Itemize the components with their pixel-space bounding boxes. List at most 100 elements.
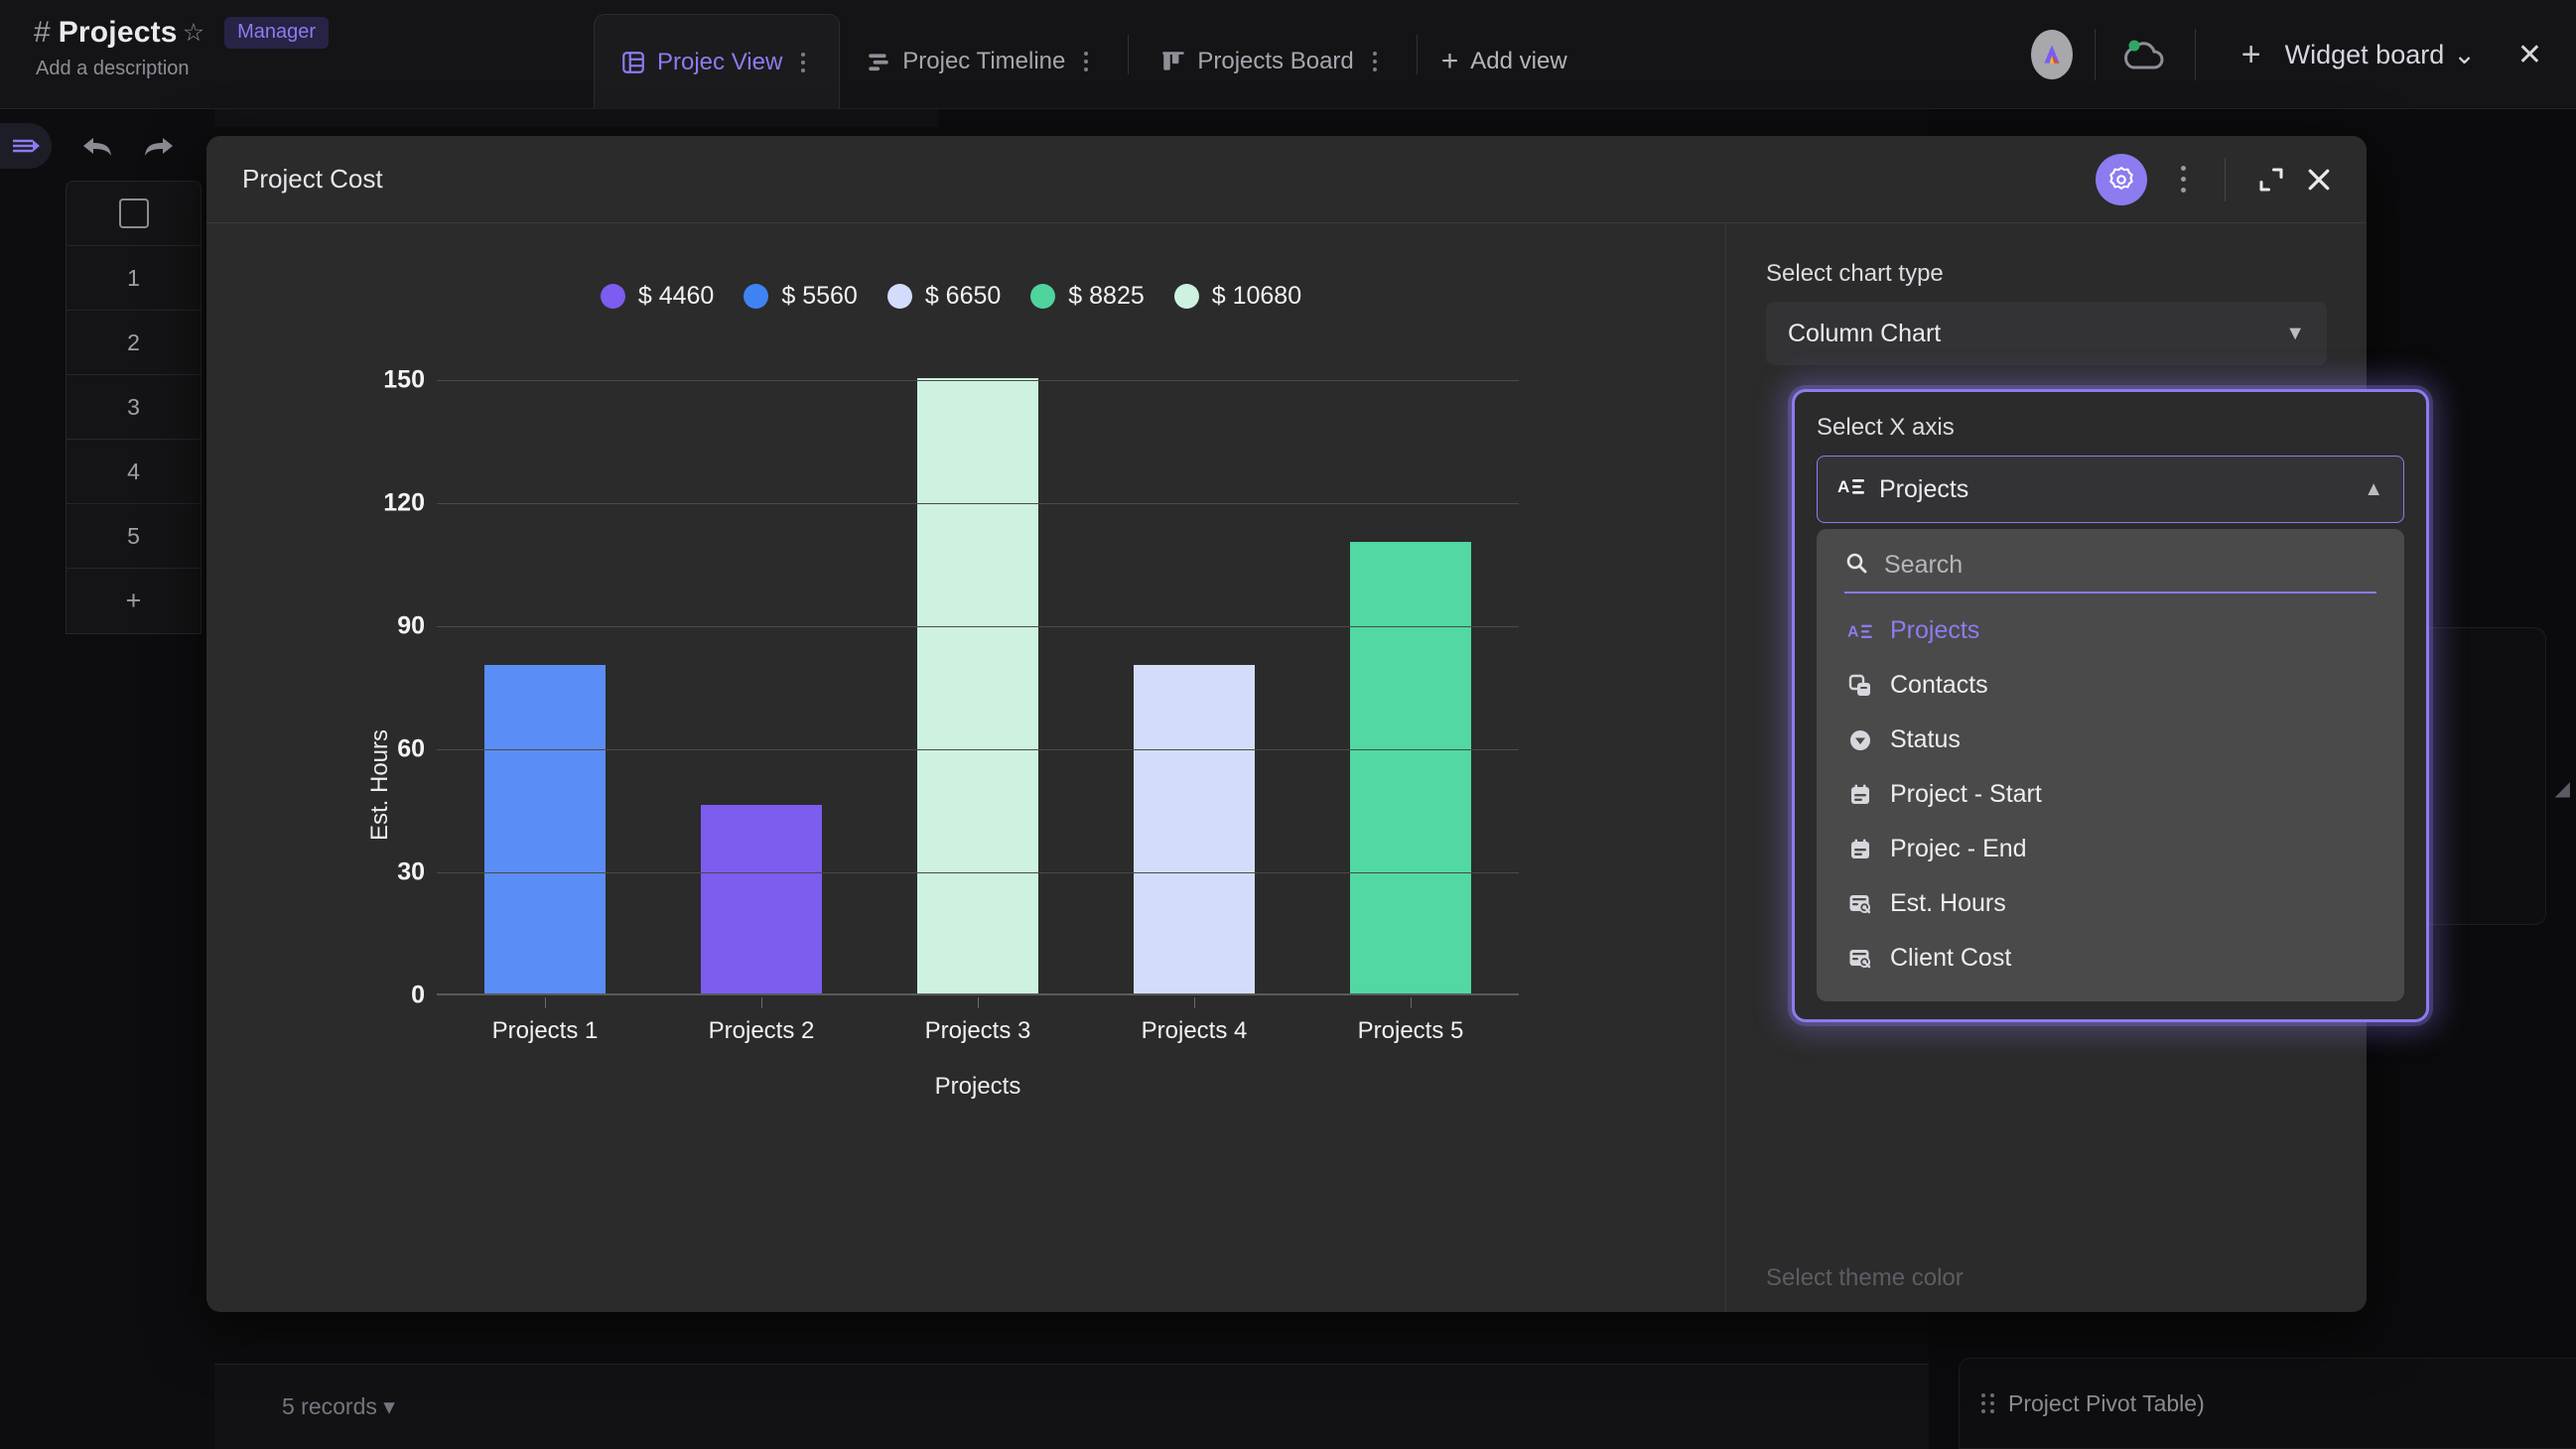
- lookup-icon: [1846, 890, 1874, 918]
- row-number[interactable]: 5: [67, 504, 201, 569]
- drag-dots-icon[interactable]: [1981, 1393, 1994, 1413]
- svg-text:A: A: [1837, 477, 1849, 496]
- close-icon[interactable]: [2295, 156, 2343, 203]
- bar-slot: [437, 380, 653, 993]
- tab-projects-board[interactable]: Projects Board: [1135, 14, 1410, 109]
- x-axis-option-status[interactable]: Status: [1817, 713, 2404, 767]
- gear-icon[interactable]: [2096, 153, 2147, 205]
- tab-menu-icon[interactable]: [1076, 52, 1102, 71]
- resize-handle-icon[interactable]: ◢: [2555, 776, 2570, 801]
- y-axis-tick-label: 150: [383, 365, 425, 394]
- close-widget-board-button[interactable]: ✕: [2476, 38, 2576, 72]
- tab-projec-timeline[interactable]: Projec Timeline: [840, 14, 1122, 109]
- search-row[interactable]: Search: [1844, 551, 2376, 593]
- avatar[interactable]: [2030, 30, 2073, 79]
- chart-plot-area: 0 30 60 90 120 150: [383, 366, 1519, 1009]
- legend-item[interactable]: $ 5560: [744, 282, 858, 311]
- modal-header: Project Cost: [206, 136, 2367, 223]
- x-axis-value: Projects: [1879, 474, 1969, 503]
- x-tick-mark: [1193, 997, 1195, 1008]
- legend-label: $ 6650: [924, 282, 1002, 310]
- search-input[interactable]: Search: [1884, 551, 1963, 580]
- grid-toolbar-strip: [214, 109, 938, 127]
- y-axis-tick-label: 120: [383, 488, 425, 517]
- calendar-icon: [1846, 836, 1874, 863]
- legend-label: $ 8825: [1068, 282, 1145, 310]
- expand-icon[interactable]: [2247, 156, 2295, 203]
- row-number[interactable]: 4: [67, 440, 201, 504]
- x-axis-select[interactable]: A Projects ▲: [1817, 456, 2404, 523]
- chart-pane: $ 4460 $ 5560 $ 6650 $ 8825 $ 10680 0 30 60 90 1…: [206, 224, 1725, 1312]
- row-number[interactable]: 1: [67, 246, 201, 311]
- collapse-sidebar-icon[interactable]: [0, 123, 52, 169]
- row-number[interactable]: 2: [67, 311, 201, 375]
- star-icon[interactable]: ☆: [183, 18, 204, 48]
- x-axis-option-contacts[interactable]: Contacts: [1817, 658, 2404, 713]
- chevron-up-icon: ▲: [2364, 477, 2383, 500]
- x-axis-option-projects[interactable]: A Projects: [1817, 603, 2404, 658]
- chart-bar[interactable]: [700, 804, 823, 993]
- chart-type-label: Select chart type: [1766, 260, 1944, 287]
- legend-item[interactable]: $ 8825: [1030, 282, 1145, 311]
- legend-item[interactable]: $ 6650: [886, 282, 1002, 311]
- search-icon: [1844, 551, 1868, 580]
- chart-bar[interactable]: [1133, 665, 1256, 993]
- select-all-row[interactable]: [67, 182, 201, 246]
- x-axis-ticks: Projects 1 Projects 2 Projects 3 Projects 4…: [437, 997, 1519, 1045]
- x-axis-option-projec-end[interactable]: Projec - End: [1817, 822, 2404, 876]
- caret-down-icon: ▾: [383, 1393, 395, 1419]
- add-view-label: Add view: [1470, 48, 1567, 74]
- plus-icon: +: [1440, 45, 1459, 77]
- widget-board-label: Widget board: [2284, 39, 2445, 69]
- x-tick-label: Projects 1: [491, 1017, 599, 1044]
- link-records-icon: [1846, 672, 1874, 700]
- tab-menu-icon[interactable]: [793, 52, 819, 72]
- records-bottom-bar: 5 records ▾: [214, 1364, 1929, 1449]
- cloud-status-icon[interactable]: [2117, 31, 2173, 78]
- grid-line: [437, 503, 1519, 504]
- x-tick: Projects 1: [437, 997, 653, 1045]
- undo-arrow-icon[interactable]: [77, 127, 117, 167]
- divider: [2225, 157, 2226, 201]
- chart-bar[interactable]: [1349, 542, 1472, 993]
- divider: [1416, 35, 1418, 74]
- x-axis-option-client-cost[interactable]: Client Cost: [1817, 931, 2404, 986]
- top-right-controls: + Widget board ⌄ ✕: [2030, 0, 2576, 109]
- redo-arrow-icon[interactable]: [139, 127, 179, 167]
- chart-type-value: Column Chart: [1788, 319, 1942, 347]
- svg-text:A: A: [1847, 623, 1858, 640]
- workspace-title-row: # Projects ☆ Manager: [34, 12, 330, 54]
- lookup-icon: [1846, 945, 1874, 973]
- x-tick-mark: [977, 997, 979, 1008]
- widget-board-selector[interactable]: Widget board ⌄: [2285, 40, 2476, 70]
- pivot-table-widget-card[interactable]: Project Pivot Table): [1959, 1358, 2576, 1449]
- tab-menu-icon[interactable]: [1365, 52, 1391, 71]
- bar-slot: [653, 380, 870, 993]
- add-view-button[interactable]: + Add view: [1424, 14, 1585, 109]
- x-axis-dropdown: Search A Projects Contacts Status Project - …: [1817, 529, 2404, 1001]
- x-tick-label: Projects 4: [1141, 1017, 1248, 1044]
- workspace-description[interactable]: Add a description: [36, 58, 329, 80]
- x-axis-option-est-hours[interactable]: Est. Hours: [1817, 876, 2404, 931]
- tab-projec-view[interactable]: Projec View: [594, 14, 841, 109]
- legend-item[interactable]: $ 4460: [600, 282, 714, 311]
- x-tick-mark: [544, 997, 546, 1008]
- checkbox-icon: [118, 198, 149, 228]
- more-vertical-icon[interactable]: [2163, 166, 2203, 193]
- add-row-button[interactable]: +: [67, 569, 201, 633]
- chart-bar[interactable]: [483, 665, 607, 993]
- chart-bar[interactable]: [916, 378, 1039, 993]
- grid-line: [437, 872, 1519, 873]
- legend-color-dot: [744, 284, 769, 309]
- workspace-block: # Projects ☆ Manager Add a description: [34, 12, 330, 80]
- records-count-button[interactable]: 5 records ▾: [282, 1393, 395, 1420]
- x-tick-label: Projects 5: [1357, 1017, 1464, 1044]
- grid-line: [437, 749, 1519, 750]
- legend-item[interactable]: $ 10680: [1173, 282, 1301, 311]
- calendar-icon: [1846, 781, 1874, 809]
- chart-type-select[interactable]: Column Chart ▼: [1766, 302, 2327, 365]
- x-axis-option-project-start[interactable]: Project - Start: [1817, 767, 2404, 822]
- row-number[interactable]: 3: [67, 375, 201, 440]
- add-widget-button[interactable]: +: [2218, 38, 2285, 71]
- role-badge: Manager: [224, 17, 330, 49]
